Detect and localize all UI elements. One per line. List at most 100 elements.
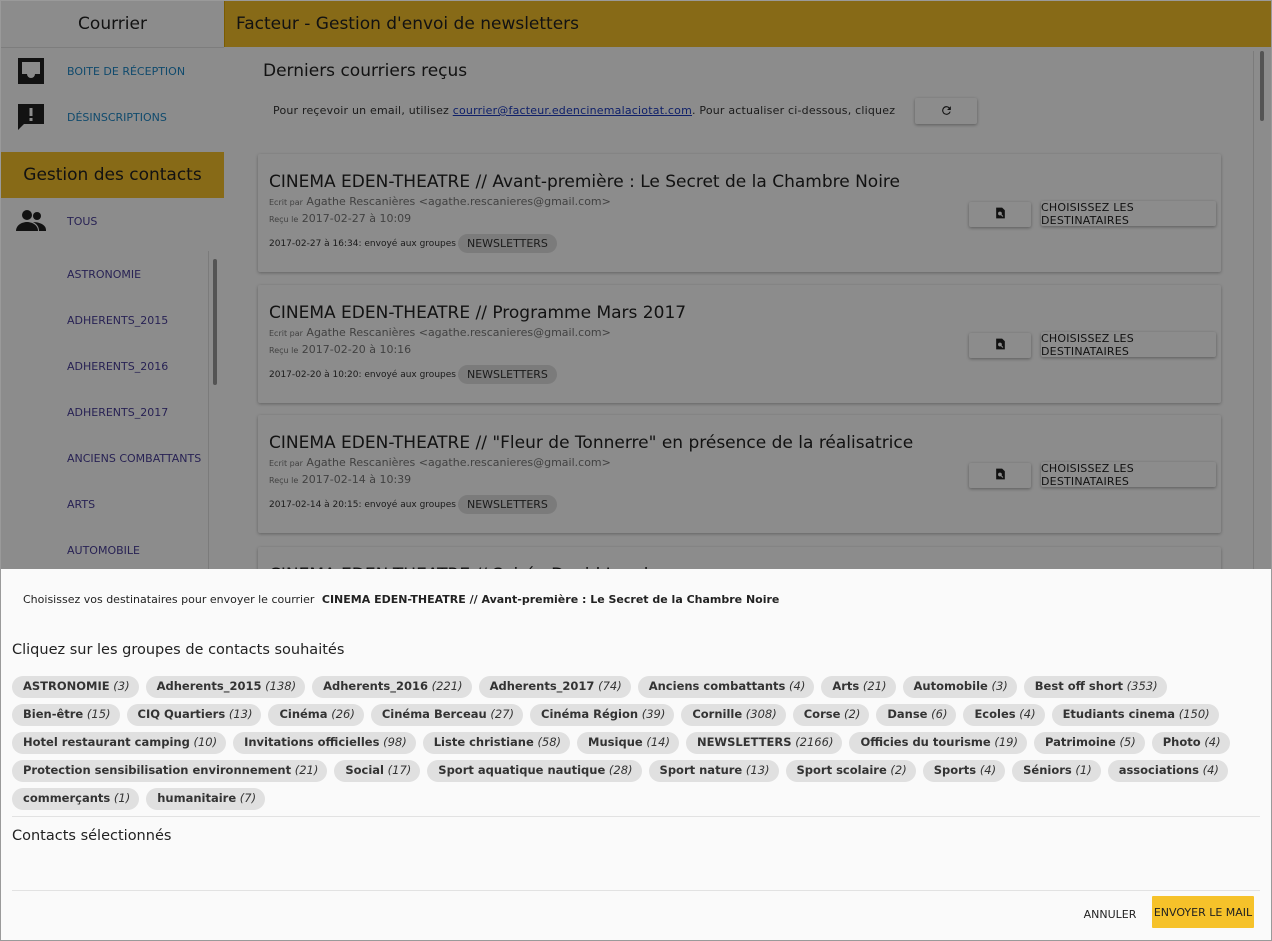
group-chip[interactable]: Anciens combattants (4) xyxy=(637,676,815,698)
group-chip-name: Séniors xyxy=(1023,763,1072,777)
group-chip[interactable]: Adherents_2016 (221) xyxy=(312,676,472,698)
group-chip-name: Adherents_2015 xyxy=(156,679,262,693)
cancel-button[interactable]: ANNULER xyxy=(1077,901,1143,927)
group-chip-count: (21) xyxy=(862,679,887,693)
group-chip-count: (21) xyxy=(294,763,319,777)
app-window: Courrier BOITE DE RÉCEPTION DÉSINSCRIPTI… xyxy=(0,0,1272,941)
dialog-heading: Choisissez vos destinataires pour envoye… xyxy=(23,593,779,606)
group-chips: ASTRONOMIE (3) Adherents_2015 (138) Adhere… xyxy=(12,676,1242,816)
group-chip-count: (308) xyxy=(745,707,777,721)
group-chip-count: (150) xyxy=(1178,707,1210,721)
group-chip-name: Corse xyxy=(803,707,841,721)
group-chip-name: commerçants xyxy=(23,791,111,805)
group-chip-count: (7) xyxy=(239,791,257,805)
group-chip[interactable]: humanitaire (7) xyxy=(146,788,266,810)
group-chip[interactable]: Liste christiane (58) xyxy=(422,732,571,754)
group-chip[interactable]: Séniors (1) xyxy=(1012,760,1101,782)
group-chip-name: Patrimoine xyxy=(1044,735,1116,749)
group-chip-count: (5) xyxy=(1119,735,1136,749)
group-chip[interactable]: CIQ Quartiers (13) xyxy=(126,704,262,726)
group-chip-name: NEWSLETTERS xyxy=(696,735,792,749)
group-chip-count: (39) xyxy=(641,707,666,721)
group-chip-count: (2) xyxy=(844,707,861,721)
group-chip-count: (28) xyxy=(608,763,633,777)
group-chip-count: (19) xyxy=(994,735,1018,749)
group-chip[interactable]: Hotel restaurant camping (10) xyxy=(12,732,227,754)
modal-backdrop[interactable] xyxy=(1,1,1271,569)
group-chip[interactable]: Adherents_2015 (138) xyxy=(145,676,306,698)
group-chip-name: Adherents_2016 xyxy=(323,679,428,693)
group-chip-name: Ecoles xyxy=(974,707,1016,721)
group-chip[interactable]: Social (17) xyxy=(334,760,421,782)
group-chip-name: Anciens combattants xyxy=(648,679,786,693)
group-chip-name: Arts xyxy=(832,679,860,693)
group-chip-name: Cinéma Région xyxy=(541,707,639,721)
group-chip-count: (3) xyxy=(113,679,130,693)
group-chip-name: Sport scolaire xyxy=(796,763,887,777)
group-chip[interactable]: Arts (21) xyxy=(821,676,896,698)
group-chip[interactable]: Etudiants cinema (150) xyxy=(1051,704,1219,726)
group-chip-count: (17) xyxy=(387,763,412,777)
group-chip[interactable]: Ecoles (4) xyxy=(963,704,1045,726)
group-chip[interactable]: Best off short (353) xyxy=(1023,676,1167,698)
group-chip-count: (1) xyxy=(1075,763,1092,777)
group-chip-name: Etudiants cinema xyxy=(1062,707,1176,721)
group-chip[interactable]: Automobile (3) xyxy=(902,676,1017,698)
group-chip-name: ASTRONOMIE xyxy=(23,679,110,693)
group-chip-name: Bien-être xyxy=(23,707,84,721)
group-chip-name: humanitaire xyxy=(157,791,237,805)
group-chip[interactable]: Cornille (308) xyxy=(681,704,786,726)
dialog-subtitle: Cliquez sur les groupes de contacts souh… xyxy=(12,642,345,658)
group-chip-name: Social xyxy=(345,763,385,777)
group-chip-name: Hotel restaurant camping xyxy=(23,735,190,749)
group-chip-count: (353) xyxy=(1126,679,1158,693)
group-chip-count: (4) xyxy=(979,763,997,777)
group-chip[interactable]: Invitations officielles (98) xyxy=(233,732,416,754)
selected-contacts-title: Contacts sélectionnés xyxy=(12,828,172,844)
group-chip-count: (98) xyxy=(383,735,407,749)
group-chip[interactable]: Corse (2) xyxy=(792,704,870,726)
group-chip-count: (6) xyxy=(931,707,948,721)
group-chip-count: (15) xyxy=(86,707,111,721)
dialog-mail-title: CINEMA EDEN-THEATRE // Avant-première : … xyxy=(321,593,780,606)
group-chip-name: Automobile xyxy=(913,679,988,693)
group-chip[interactable]: Protection sensibilisation environnement… xyxy=(12,760,328,782)
group-chip[interactable]: associations (4) xyxy=(1107,760,1228,782)
group-chip[interactable]: Musique (14) xyxy=(577,732,679,754)
group-chip[interactable]: Sport nature (13) xyxy=(648,760,779,782)
group-chip[interactable]: Officies du tourisme (19) xyxy=(849,732,1027,754)
group-chip-name: associations xyxy=(1118,763,1199,777)
group-chip-name: Best off short xyxy=(1034,679,1124,693)
group-chip-count: (3) xyxy=(991,679,1008,693)
group-chip-name: Photo xyxy=(1162,735,1201,749)
group-chip[interactable]: Cinéma Berceau (27) xyxy=(370,704,524,726)
group-chip[interactable]: Patrimoine (5) xyxy=(1033,732,1145,754)
group-chip[interactable]: Bien-être (15) xyxy=(12,704,120,726)
group-chip[interactable]: Cinéma (26) xyxy=(268,704,364,726)
group-chip-count: (27) xyxy=(490,707,515,721)
group-chip[interactable]: Sports (4) xyxy=(922,760,1006,782)
group-chip[interactable]: Cinéma Région (39) xyxy=(530,704,675,726)
group-chip-count: (2166) xyxy=(795,735,834,749)
group-chip-name: Musique xyxy=(588,735,643,749)
divider xyxy=(12,816,1260,817)
group-chip[interactable]: Sport aquatique nautique (28) xyxy=(427,760,642,782)
group-chip-name: Protection sensibilisation environnement xyxy=(23,763,292,777)
group-chip-count: (14) xyxy=(646,735,670,749)
group-chip[interactable]: NEWSLETTERS (2166) xyxy=(685,732,843,754)
group-chip-name: Invitations officielles xyxy=(244,735,380,749)
group-chip[interactable]: commerçants (1) xyxy=(12,788,140,810)
group-chip-count: (4) xyxy=(1202,763,1219,777)
group-chip[interactable]: ASTRONOMIE (3) xyxy=(12,676,139,698)
group-chip[interactable]: Photo (4) xyxy=(1151,732,1230,754)
group-chip[interactable]: Sport scolaire (2) xyxy=(785,760,916,782)
group-chip-count: (26) xyxy=(331,707,355,721)
group-chip[interactable]: Danse (6) xyxy=(876,704,957,726)
group-chip-name: Officies du tourisme xyxy=(860,735,991,749)
group-chip-count: (221) xyxy=(431,679,463,693)
group-chip-count: (13) xyxy=(745,763,770,777)
send-mail-button[interactable]: ENVOYER LE MAIL xyxy=(1152,896,1254,928)
group-chip-count: (138) xyxy=(265,679,297,693)
divider xyxy=(12,890,1260,891)
group-chip[interactable]: Adherents_2017 (74) xyxy=(478,676,631,698)
